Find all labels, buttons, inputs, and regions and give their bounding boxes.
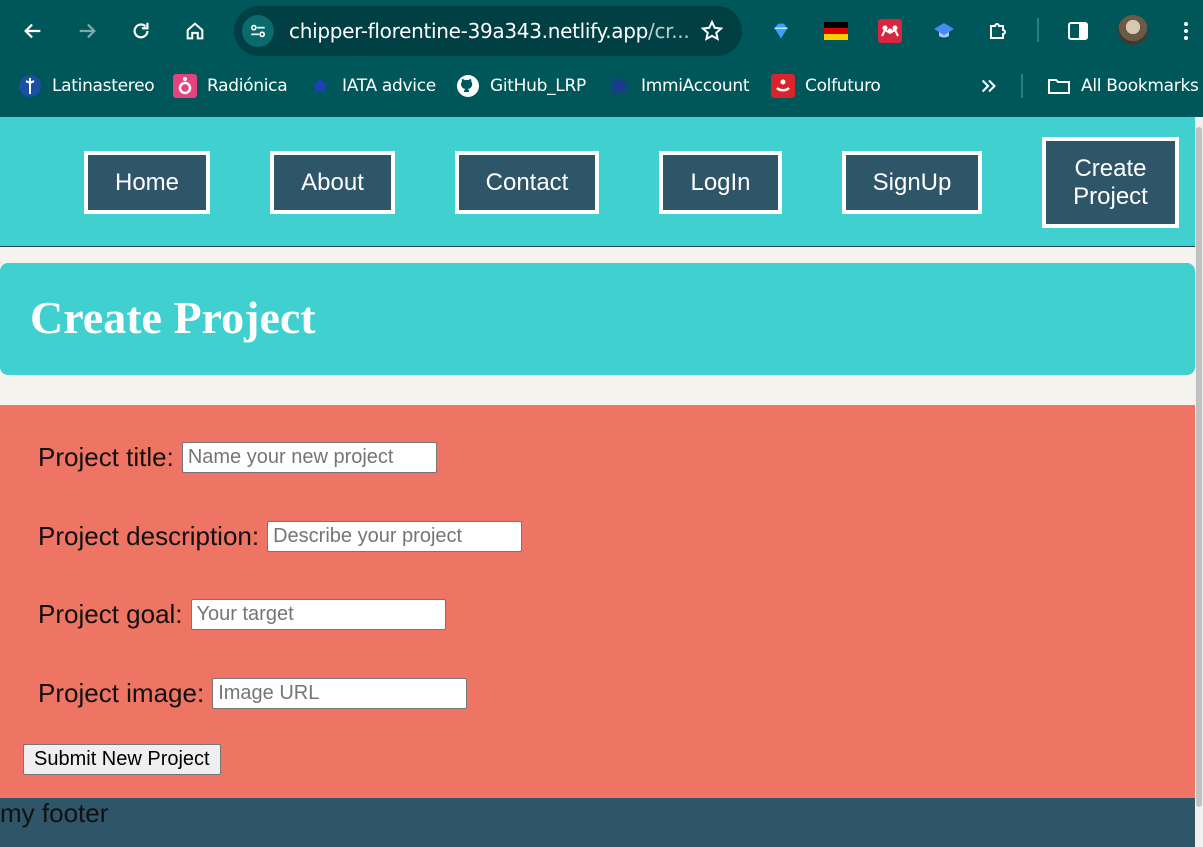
project-image-label: Project image: — [38, 678, 205, 708]
project-image-input[interactable] — [212, 678, 468, 709]
project-title-label: Project title: — [38, 442, 174, 472]
bookmark-label: IATA advice — [342, 76, 436, 96]
project-description-input[interactable] — [267, 521, 523, 552]
page-scrollbar[interactable] — [1195, 117, 1203, 847]
page-title: Create Project — [30, 292, 316, 343]
profile-avatar[interactable] — [1118, 15, 1148, 45]
all-bookmarks[interactable]: All Bookmarks — [1047, 73, 1199, 99]
nav-login-button[interactable]: LogIn — [659, 151, 782, 214]
project-title-field: Project title: — [38, 442, 437, 473]
address-bar[interactable]: chipper-florentine-39a343.netlify.app/cr… — [234, 6, 742, 56]
immiaccount-icon — [607, 74, 631, 98]
gem-extension-icon[interactable] — [767, 17, 795, 45]
bookmark-colfuturo[interactable]: Colfuturo — [771, 73, 881, 99]
radionica-icon — [173, 74, 197, 98]
web-page: Home About Contact LogIn SignUp Create P… — [0, 117, 1195, 847]
home-icon[interactable] — [177, 13, 213, 49]
bookmark-label: ImmiAccount — [641, 76, 750, 96]
site-settings-icon[interactable] — [242, 15, 274, 47]
project-image-field: Project image: — [38, 678, 468, 709]
bookmark-immiaccount[interactable]: ImmiAccount — [607, 73, 750, 99]
bookmarks-bar: Latinastereo Radiónica IATA advice GitHu… — [0, 62, 1203, 110]
browser-toolbar: chipper-florentine-39a343.netlify.app/cr… — [0, 0, 1203, 62]
project-goal-input[interactable] — [190, 599, 446, 630]
nav-signup-button[interactable]: SignUp — [842, 151, 982, 214]
site-navbar: Home About Contact LogIn SignUp Create P… — [0, 117, 1195, 247]
german-flag-icon[interactable] — [822, 17, 850, 45]
latinastereo-icon — [18, 74, 42, 98]
forward-arrow-icon[interactable] — [69, 13, 105, 49]
bookmark-label: Latinastereo — [52, 76, 155, 96]
folder-icon — [1047, 74, 1071, 98]
iata-icon — [308, 74, 332, 98]
bookmark-iata[interactable]: IATA advice — [308, 73, 436, 99]
scholar-cap-icon[interactable] — [930, 17, 958, 45]
extensions-puzzle-icon[interactable] — [984, 17, 1012, 45]
kebab-menu-icon[interactable] — [1172, 17, 1200, 45]
bookmark-label: Radiónica — [207, 76, 288, 96]
all-bookmarks-label: All Bookmarks — [1081, 76, 1199, 96]
toolbar-divider — [1037, 18, 1039, 42]
side-panel-icon[interactable] — [1064, 17, 1092, 45]
submit-new-project-button[interactable]: Submit New Project — [23, 744, 221, 775]
create-project-form: Project title: Project description: Proj… — [0, 405, 1195, 798]
project-title-input[interactable] — [181, 442, 437, 473]
bookmark-radionica[interactable]: Radiónica — [173, 73, 288, 99]
mendeley-icon[interactable] — [876, 17, 904, 45]
bookmarks-divider — [1021, 74, 1023, 98]
site-footer: my footer — [0, 798, 1195, 847]
project-description-label: Project description: — [38, 521, 260, 551]
nav-about-button[interactable]: About — [270, 151, 395, 214]
browser-chrome: chipper-florentine-39a343.netlify.app/cr… — [0, 0, 1203, 117]
project-goal-label: Project goal: — [38, 599, 183, 629]
bookmark-label: Colfuturo — [805, 76, 881, 96]
bookmark-label: GitHub_LRP — [490, 76, 586, 96]
nav-contact-button[interactable]: Contact — [455, 151, 599, 214]
github-icon — [456, 74, 480, 98]
bookmark-latinastereo[interactable]: Latinastereo — [18, 73, 155, 99]
project-description-field: Project description: — [38, 521, 523, 552]
url-text: chipper-florentine-39a343.netlify.app/cr… — [289, 6, 690, 56]
bookmark-github[interactable]: GitHub_LRP — [456, 73, 586, 99]
reload-icon[interactable] — [123, 13, 159, 49]
nav-create-project-button[interactable]: Create Project — [1042, 137, 1179, 228]
colfuturo-icon — [771, 74, 795, 98]
project-goal-field: Project goal: — [38, 599, 446, 630]
nav-home-button[interactable]: Home — [84, 151, 210, 214]
bookmark-star-icon[interactable] — [700, 19, 724, 43]
url-path: /cr... — [648, 19, 690, 43]
scrollbar-thumb[interactable] — [1196, 127, 1202, 807]
footer-text: my footer — [0, 798, 109, 828]
more-bookmarks-chevron-icon[interactable] — [978, 73, 1000, 99]
page-header-banner: Create Project — [0, 263, 1195, 375]
url-host: chipper-florentine-39a343.netlify.app — [289, 19, 649, 43]
back-arrow-icon[interactable] — [15, 13, 51, 49]
